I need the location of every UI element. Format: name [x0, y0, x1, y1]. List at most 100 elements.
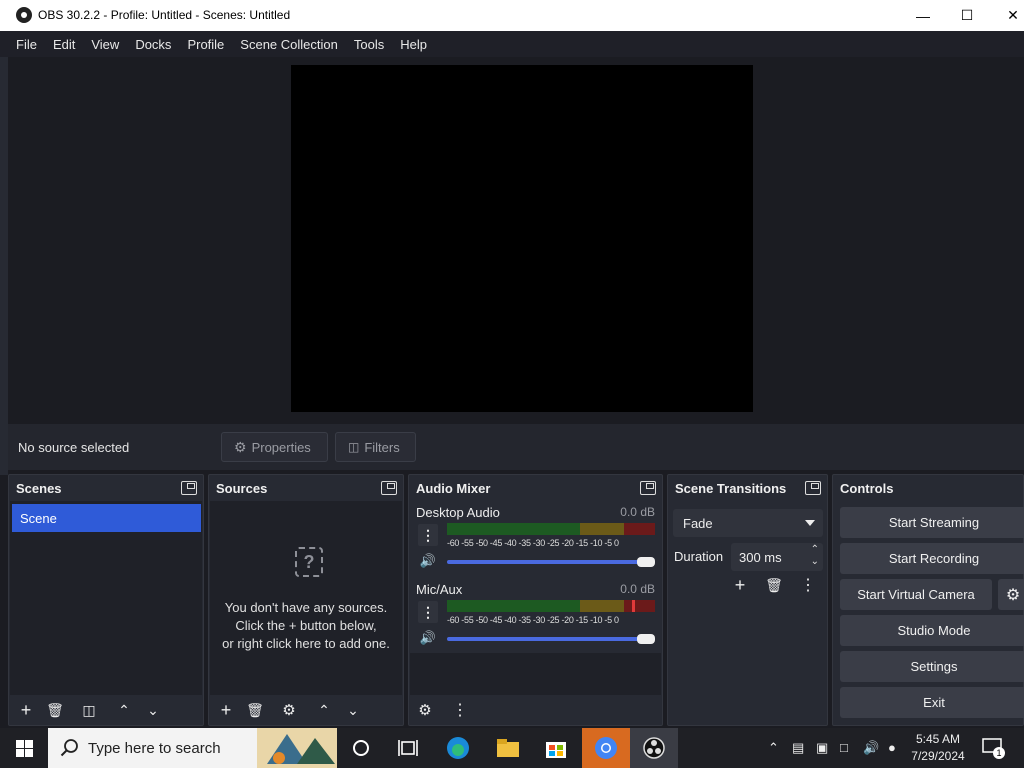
chevron-up-icon[interactable]: ⌃: [113, 699, 135, 721]
transition-value: Fade: [683, 516, 713, 531]
trash-icon[interactable]: 🗑: [763, 574, 785, 596]
gear-icon[interactable]: ⚙: [414, 699, 436, 721]
chevron-down-icon[interactable]: ⌄: [342, 699, 364, 721]
question-icon: ?: [295, 547, 323, 577]
obs-logo-icon: [16, 7, 32, 23]
volume-slider[interactable]: [447, 560, 647, 564]
obs-taskbar-icon[interactable]: [630, 728, 678, 768]
start-streaming-button[interactable]: Start Streaming: [840, 507, 1024, 538]
menu-help[interactable]: Help: [392, 37, 435, 52]
sources-list[interactable]: ? You don't have any sources. Click the …: [210, 501, 402, 695]
chrome-icon[interactable]: [582, 728, 630, 768]
gear-icon: ⚙: [234, 438, 247, 455]
menu-bar: File Edit View Docks Profile Scene Colle…: [0, 31, 1024, 57]
filters-label: Filters: [364, 439, 400, 455]
controls-title: Controls: [840, 481, 894, 496]
cortana-icon[interactable]: [337, 728, 385, 768]
trash-icon[interactable]: 🗑: [44, 699, 66, 721]
duration-label: Duration: [674, 549, 724, 564]
volume-slider[interactable]: [447, 637, 647, 641]
speaker-icon[interactable]: 🔊: [418, 553, 438, 571]
empty-line-3: or right click here to add one.: [222, 636, 390, 651]
kebab-menu-icon[interactable]: ⋮: [797, 574, 819, 596]
kebab-menu-icon[interactable]: ⋮: [418, 524, 438, 546]
gear-icon[interactable]: ⚙: [278, 699, 300, 721]
clock[interactable]: 5:45 AM 7/29/2024: [908, 731, 968, 765]
filters-button[interactable]: ◫ Filters: [335, 432, 416, 462]
file-explorer-icon[interactable]: [484, 728, 532, 768]
close-button[interactable]: ✕: [990, 0, 1024, 31]
microphone-icon[interactable]: ●: [888, 740, 896, 755]
mixer-channels: Desktop Audio 0.0 dB ⋮ -60 -55 -50 -45 -…: [410, 501, 661, 653]
store-icon[interactable]: [532, 728, 580, 768]
start-recording-button[interactable]: Start Recording: [840, 543, 1024, 574]
chevron-down-icon[interactable]: ⌄: [142, 699, 164, 721]
exit-button[interactable]: Exit: [840, 687, 1024, 718]
tray-app-icon[interactable]: ▤: [792, 740, 804, 756]
scene-item[interactable]: Scene: [12, 504, 201, 532]
empty-line-2: Click the + button below,: [235, 618, 377, 633]
virtual-camera-settings-button[interactable]: ⚙: [998, 579, 1024, 610]
dock-float-icon[interactable]: [805, 481, 821, 495]
search-placeholder: Type here to search: [88, 740, 221, 757]
kebab-menu-icon[interactable]: ⋮: [418, 601, 438, 623]
taskbar-search-box[interactable]: Type here to search: [48, 728, 337, 768]
spin-arrows-icon[interactable]: ⌃ ⌄: [811, 544, 819, 568]
dock-float-icon[interactable]: [640, 481, 656, 495]
settings-button[interactable]: Settings: [840, 651, 1024, 682]
menu-edit[interactable]: Edit: [45, 37, 83, 52]
title-bar: OBS 30.2.2 - Profile: Untitled - Scenes:…: [0, 0, 1024, 31]
left-edge: [0, 57, 8, 475]
filter-icon[interactable]: ◫: [78, 699, 100, 721]
transitions-title: Scene Transitions: [675, 481, 787, 496]
add-source-icon[interactable]: +: [215, 699, 237, 721]
windows-start-icon[interactable]: [0, 728, 48, 768]
chevron-up-icon[interactable]: ⌃: [768, 740, 779, 756]
studio-mode-button[interactable]: Studio Mode: [840, 615, 1024, 646]
menu-view[interactable]: View: [83, 37, 127, 52]
maximize-button[interactable]: ☐: [944, 0, 990, 31]
chevron-up-icon[interactable]: ⌃: [313, 699, 335, 721]
trash-icon[interactable]: 🗑: [244, 699, 266, 721]
properties-label: Properties: [251, 439, 311, 455]
edge-icon[interactable]: [434, 728, 482, 768]
add-transition-icon[interactable]: +: [729, 574, 751, 596]
preview-canvas[interactable]: [291, 65, 753, 412]
transition-select[interactable]: Fade: [673, 509, 823, 537]
speaker-icon[interactable]: 🔊: [863, 740, 879, 756]
empty-sources-message: You don't have any sources. Click the + …: [210, 599, 402, 653]
channel-name: Desktop Audio: [416, 505, 500, 520]
task-view-icon[interactable]: [384, 728, 432, 768]
channel-db: 0.0 dB: [620, 582, 655, 596]
controls-dock: Controls Start Streaming Start Recording…: [832, 474, 1024, 726]
start-virtual-camera-button[interactable]: Start Virtual Camera: [840, 579, 992, 610]
clock-date: 7/29/2024: [911, 749, 965, 763]
properties-button[interactable]: ⚙ Properties: [221, 432, 328, 462]
empty-line-1: You don't have any sources.: [224, 600, 388, 615]
volume-meter: [447, 523, 655, 535]
kebab-menu-icon[interactable]: ⋮: [449, 699, 471, 721]
duration-value: 300 ms: [739, 550, 782, 565]
slider-handle[interactable]: [637, 557, 655, 567]
menu-docks[interactable]: Docks: [127, 37, 179, 52]
notification-count: 1: [993, 747, 1005, 759]
network-icon[interactable]: □: [840, 740, 848, 755]
chevron-down-icon: [805, 520, 815, 526]
tray-edge-icon[interactable]: ▣: [816, 740, 828, 756]
duration-input[interactable]: 300 ms ⌃ ⌄: [731, 543, 823, 571]
scenes-dock: Scenes Scene + 🗑 ◫ ⌃ ⌄: [8, 474, 204, 726]
menu-scene-collection[interactable]: Scene Collection: [232, 37, 346, 52]
menu-file[interactable]: File: [8, 37, 45, 52]
menu-profile[interactable]: Profile: [179, 37, 232, 52]
speaker-icon[interactable]: 🔊: [418, 630, 438, 648]
dock-float-icon[interactable]: [381, 481, 397, 495]
minimize-button[interactable]: —: [900, 0, 946, 31]
add-scene-icon[interactable]: +: [15, 699, 37, 721]
notification-icon[interactable]: 1: [982, 738, 1005, 759]
slider-handle[interactable]: [637, 634, 655, 644]
gear-icon: ⚙: [1005, 586, 1021, 604]
menu-tools[interactable]: Tools: [346, 37, 392, 52]
dock-float-icon[interactable]: [181, 481, 197, 495]
search-icon: [60, 739, 78, 757]
search-highlight-image: [257, 728, 337, 768]
